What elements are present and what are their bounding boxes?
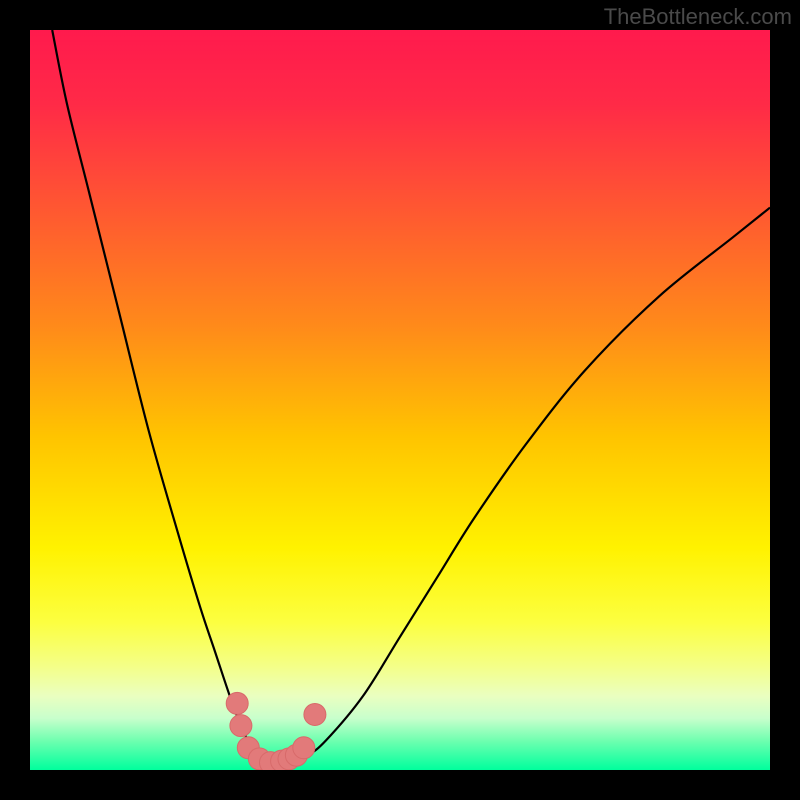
highlight-marker — [230, 715, 252, 737]
highlight-marker — [293, 737, 315, 759]
curve-layer — [30, 30, 770, 770]
highlight-marker — [226, 692, 248, 714]
plot-area — [30, 30, 770, 770]
highlight-markers — [226, 692, 326, 770]
bottleneck-curve — [52, 30, 770, 763]
watermark-text: TheBottleneck.com — [604, 4, 792, 30]
chart-frame: TheBottleneck.com — [0, 0, 800, 800]
highlight-marker — [304, 704, 326, 726]
